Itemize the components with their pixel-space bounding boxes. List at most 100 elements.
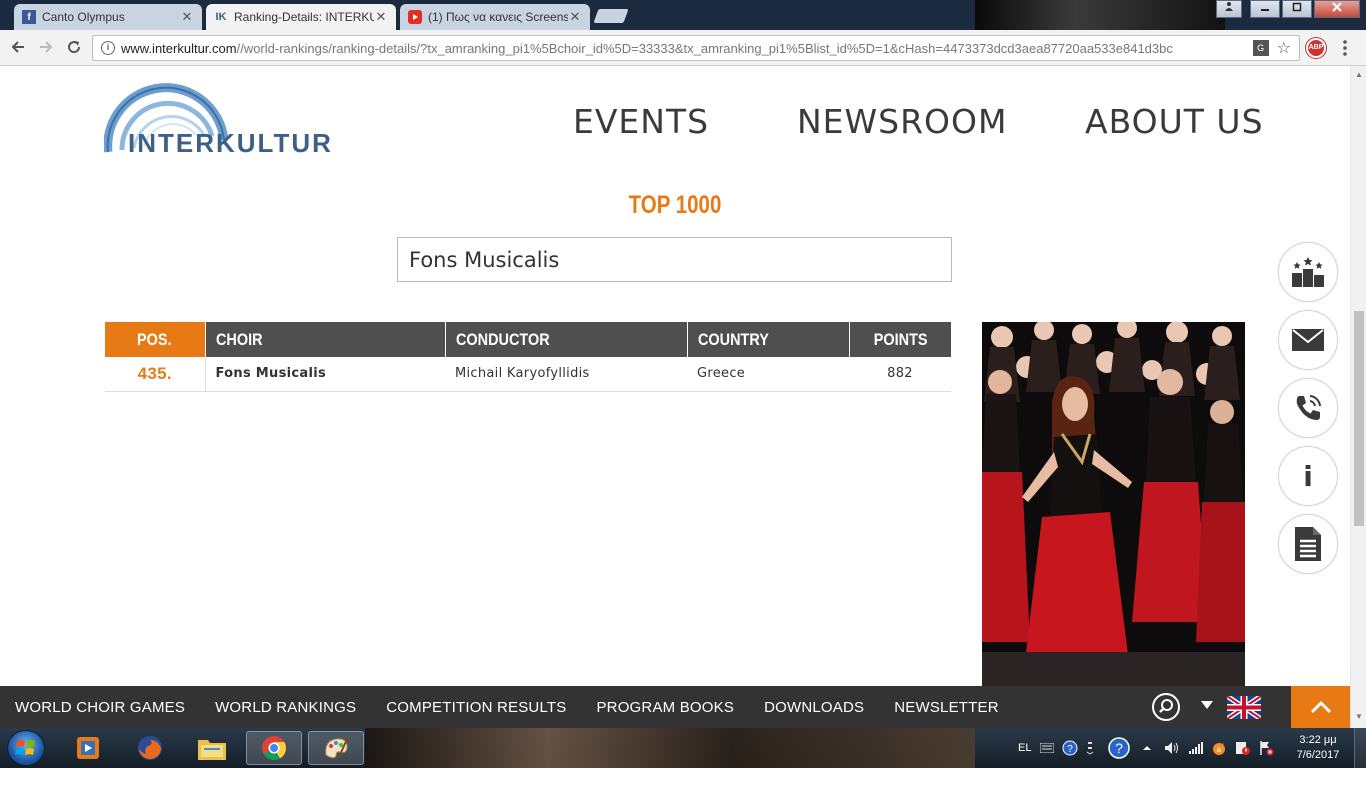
header-pos[interactable]: POS. — [105, 322, 205, 357]
scroll-to-top-button[interactable] — [1291, 686, 1350, 728]
svg-text:a: a — [1217, 745, 1222, 754]
minimize-button[interactable] — [1250, 0, 1280, 18]
facebook-icon: f — [22, 10, 36, 24]
podium-icon[interactable] — [1278, 242, 1338, 302]
keyboard-icon[interactable] — [1040, 728, 1054, 768]
browser-tab-strip: f Canto Olympus ✕ IK Ranking-Details: IN… — [0, 0, 1366, 30]
network-signal-icon[interactable] — [1188, 728, 1204, 768]
flag-alert-icon[interactable] — [1258, 728, 1274, 768]
cell-country: Greece — [687, 357, 849, 392]
url-path: //world-rankings/ranking-details/?tx_amr… — [236, 40, 1173, 56]
show-desktop-button[interactable] — [1354, 728, 1366, 768]
scroll-down-arrow-icon[interactable]: ▼ — [1355, 712, 1363, 721]
interkultur-logo[interactable]: INTERKULTUR — [104, 80, 331, 160]
logo-text: INTERKULTUR — [128, 128, 333, 158]
mail-icon[interactable] — [1278, 310, 1338, 370]
paint-icon[interactable] — [308, 731, 364, 765]
volume-icon[interactable] — [1164, 728, 1180, 768]
avast-icon[interactable]: a — [1210, 728, 1228, 768]
back-button[interactable] — [8, 38, 28, 58]
translate-icon[interactable]: G — [1252, 40, 1269, 56]
firefox-icon[interactable] — [122, 731, 178, 765]
uk-flag-icon[interactable] — [1227, 696, 1261, 719]
chevron-up-icon — [1310, 700, 1331, 714]
screen: f Canto Olympus ✕ IK Ranking-Details: IN… — [0, 0, 1366, 800]
nav-newsroom[interactable]: NEWSROOM — [797, 102, 1007, 141]
bookmark-star-icon[interactable]: ☆ — [1277, 38, 1291, 58]
footer-link-newsletter[interactable]: NEWSLETTER — [894, 699, 999, 716]
footer-link-world-choir-games[interactable]: WORLD CHOIR GAMES — [15, 699, 185, 716]
cell-choir[interactable]: Fons Musicalis — [205, 357, 445, 392]
clock-date: 7/6/2017 — [1296, 749, 1340, 761]
language-dropdown-arrow-icon[interactable] — [1201, 701, 1213, 709]
nav-events[interactable]: EVENTS — [573, 102, 709, 141]
choir-photo — [982, 322, 1245, 686]
choir-search-input[interactable] — [397, 237, 952, 282]
header-label: POINTS — [873, 329, 928, 349]
info-icon[interactable]: i — [1278, 446, 1338, 506]
forward-button[interactable] — [36, 38, 56, 58]
tab-canto-olympus[interactable]: f Canto Olympus ✕ — [14, 4, 202, 30]
window-controls — [1216, 0, 1360, 18]
user-icon[interactable] — [1216, 0, 1242, 18]
media-player-icon[interactable] — [60, 731, 116, 765]
tab-close-icon[interactable]: ✕ — [568, 9, 582, 25]
section-title: TOP 1000 — [628, 191, 722, 219]
svg-text:?: ? — [1115, 740, 1123, 756]
tab-youtube[interactable]: (1) Πως να κανεις Screenshot ✕ — [400, 4, 590, 30]
footer-link-world-rankings[interactable]: WORLD RANKINGS — [215, 699, 356, 716]
header-conductor[interactable]: CONDUCTOR — [444, 322, 687, 357]
cell-conductor: Michail Karyofyllidis — [445, 357, 687, 392]
header-label: COUNTRY — [697, 329, 769, 349]
ranking-table: POS. CHOIR CONDUCTOR COUNTRY POINTS 435.… — [105, 322, 951, 392]
maximize-button[interactable] — [1282, 0, 1312, 18]
site-search-icon[interactable] — [1152, 693, 1180, 721]
help-center-icon[interactable]: ? — [1108, 728, 1130, 768]
header-country[interactable]: COUNTRY — [686, 322, 849, 357]
reload-button[interactable] — [64, 38, 84, 58]
footer-link-program-books[interactable]: PROGRAM BOOKS — [596, 699, 734, 716]
scrollbar-thumb[interactable] — [1354, 311, 1364, 526]
tab-title: Canto Olympus — [42, 10, 125, 24]
system-clock[interactable]: 3:22 μμ 7/6/2017 — [1288, 733, 1348, 763]
tray-language[interactable]: EL — [1018, 728, 1031, 768]
tray-options-icon[interactable] — [1086, 728, 1094, 768]
header-points[interactable]: POINTS — [848, 322, 951, 357]
header-label: CONDUCTOR — [455, 329, 550, 349]
page-viewport: INTERKULTUR EVENTS NEWSROOM ABOUT US TOP… — [0, 66, 1350, 686]
file-explorer-icon[interactable] — [184, 731, 240, 765]
info-icon[interactable]: i — [101, 41, 115, 55]
footer-link-competition-results[interactable]: COMPETITION RESULTS — [386, 699, 566, 716]
table-header-row: POS. CHOIR CONDUCTOR COUNTRY POINTS — [105, 322, 951, 357]
header-label: CHOIR — [215, 329, 263, 349]
chrome-taskbar-icon[interactable] — [246, 731, 302, 765]
svg-text:?: ? — [1067, 744, 1073, 755]
scroll-up-arrow-icon[interactable]: ▲ — [1355, 70, 1363, 79]
interkultur-icon: IK — [215, 11, 227, 23]
site-bottom-bar: WORLD CHOIR GAMES WORLD RANKINGS COMPETI… — [0, 686, 1350, 728]
url-text: www.interkultur.com//world-rankings/rank… — [121, 41, 1245, 56]
tab-close-icon[interactable]: ✕ — [374, 9, 388, 25]
footer-link-downloads[interactable]: DOWNLOADS — [764, 699, 864, 716]
table-row[interactable]: 435. Fons Musicalis Michail Karyofyllidi… — [105, 357, 951, 392]
close-window-button[interactable] — [1314, 0, 1360, 18]
browser-menu-icon[interactable] — [1342, 39, 1348, 57]
header-choir[interactable]: CHOIR — [204, 322, 445, 357]
youtube-icon — [408, 10, 422, 24]
start-button[interactable] — [7, 730, 45, 766]
phone-icon[interactable] — [1278, 378, 1338, 438]
nav-about-us[interactable]: ABOUT US — [1085, 102, 1264, 141]
show-hidden-icons-arrow[interactable] — [1142, 728, 1152, 768]
adblock-plus-icon[interactable]: ABP — [1306, 38, 1326, 58]
tab-close-icon[interactable]: ✕ — [180, 9, 194, 25]
new-tab-button[interactable] — [593, 9, 629, 23]
url-domain: www.interkultur.com — [121, 40, 237, 56]
security-alert-icon[interactable] — [1234, 728, 1250, 768]
cell-pos: 435. — [105, 357, 206, 392]
address-bar[interactable]: i www.interkultur.com//world-rankings/ra… — [92, 35, 1300, 61]
page-scrollbar[interactable]: ▲ ▼ — [1350, 66, 1366, 728]
tab-ranking-details[interactable]: IK Ranking-Details: INTERKULTUR ✕ — [206, 4, 396, 30]
document-icon[interactable] — [1278, 514, 1338, 574]
help-icon[interactable]: ? — [1062, 728, 1078, 768]
choir-photo-illustration — [982, 322, 1245, 686]
